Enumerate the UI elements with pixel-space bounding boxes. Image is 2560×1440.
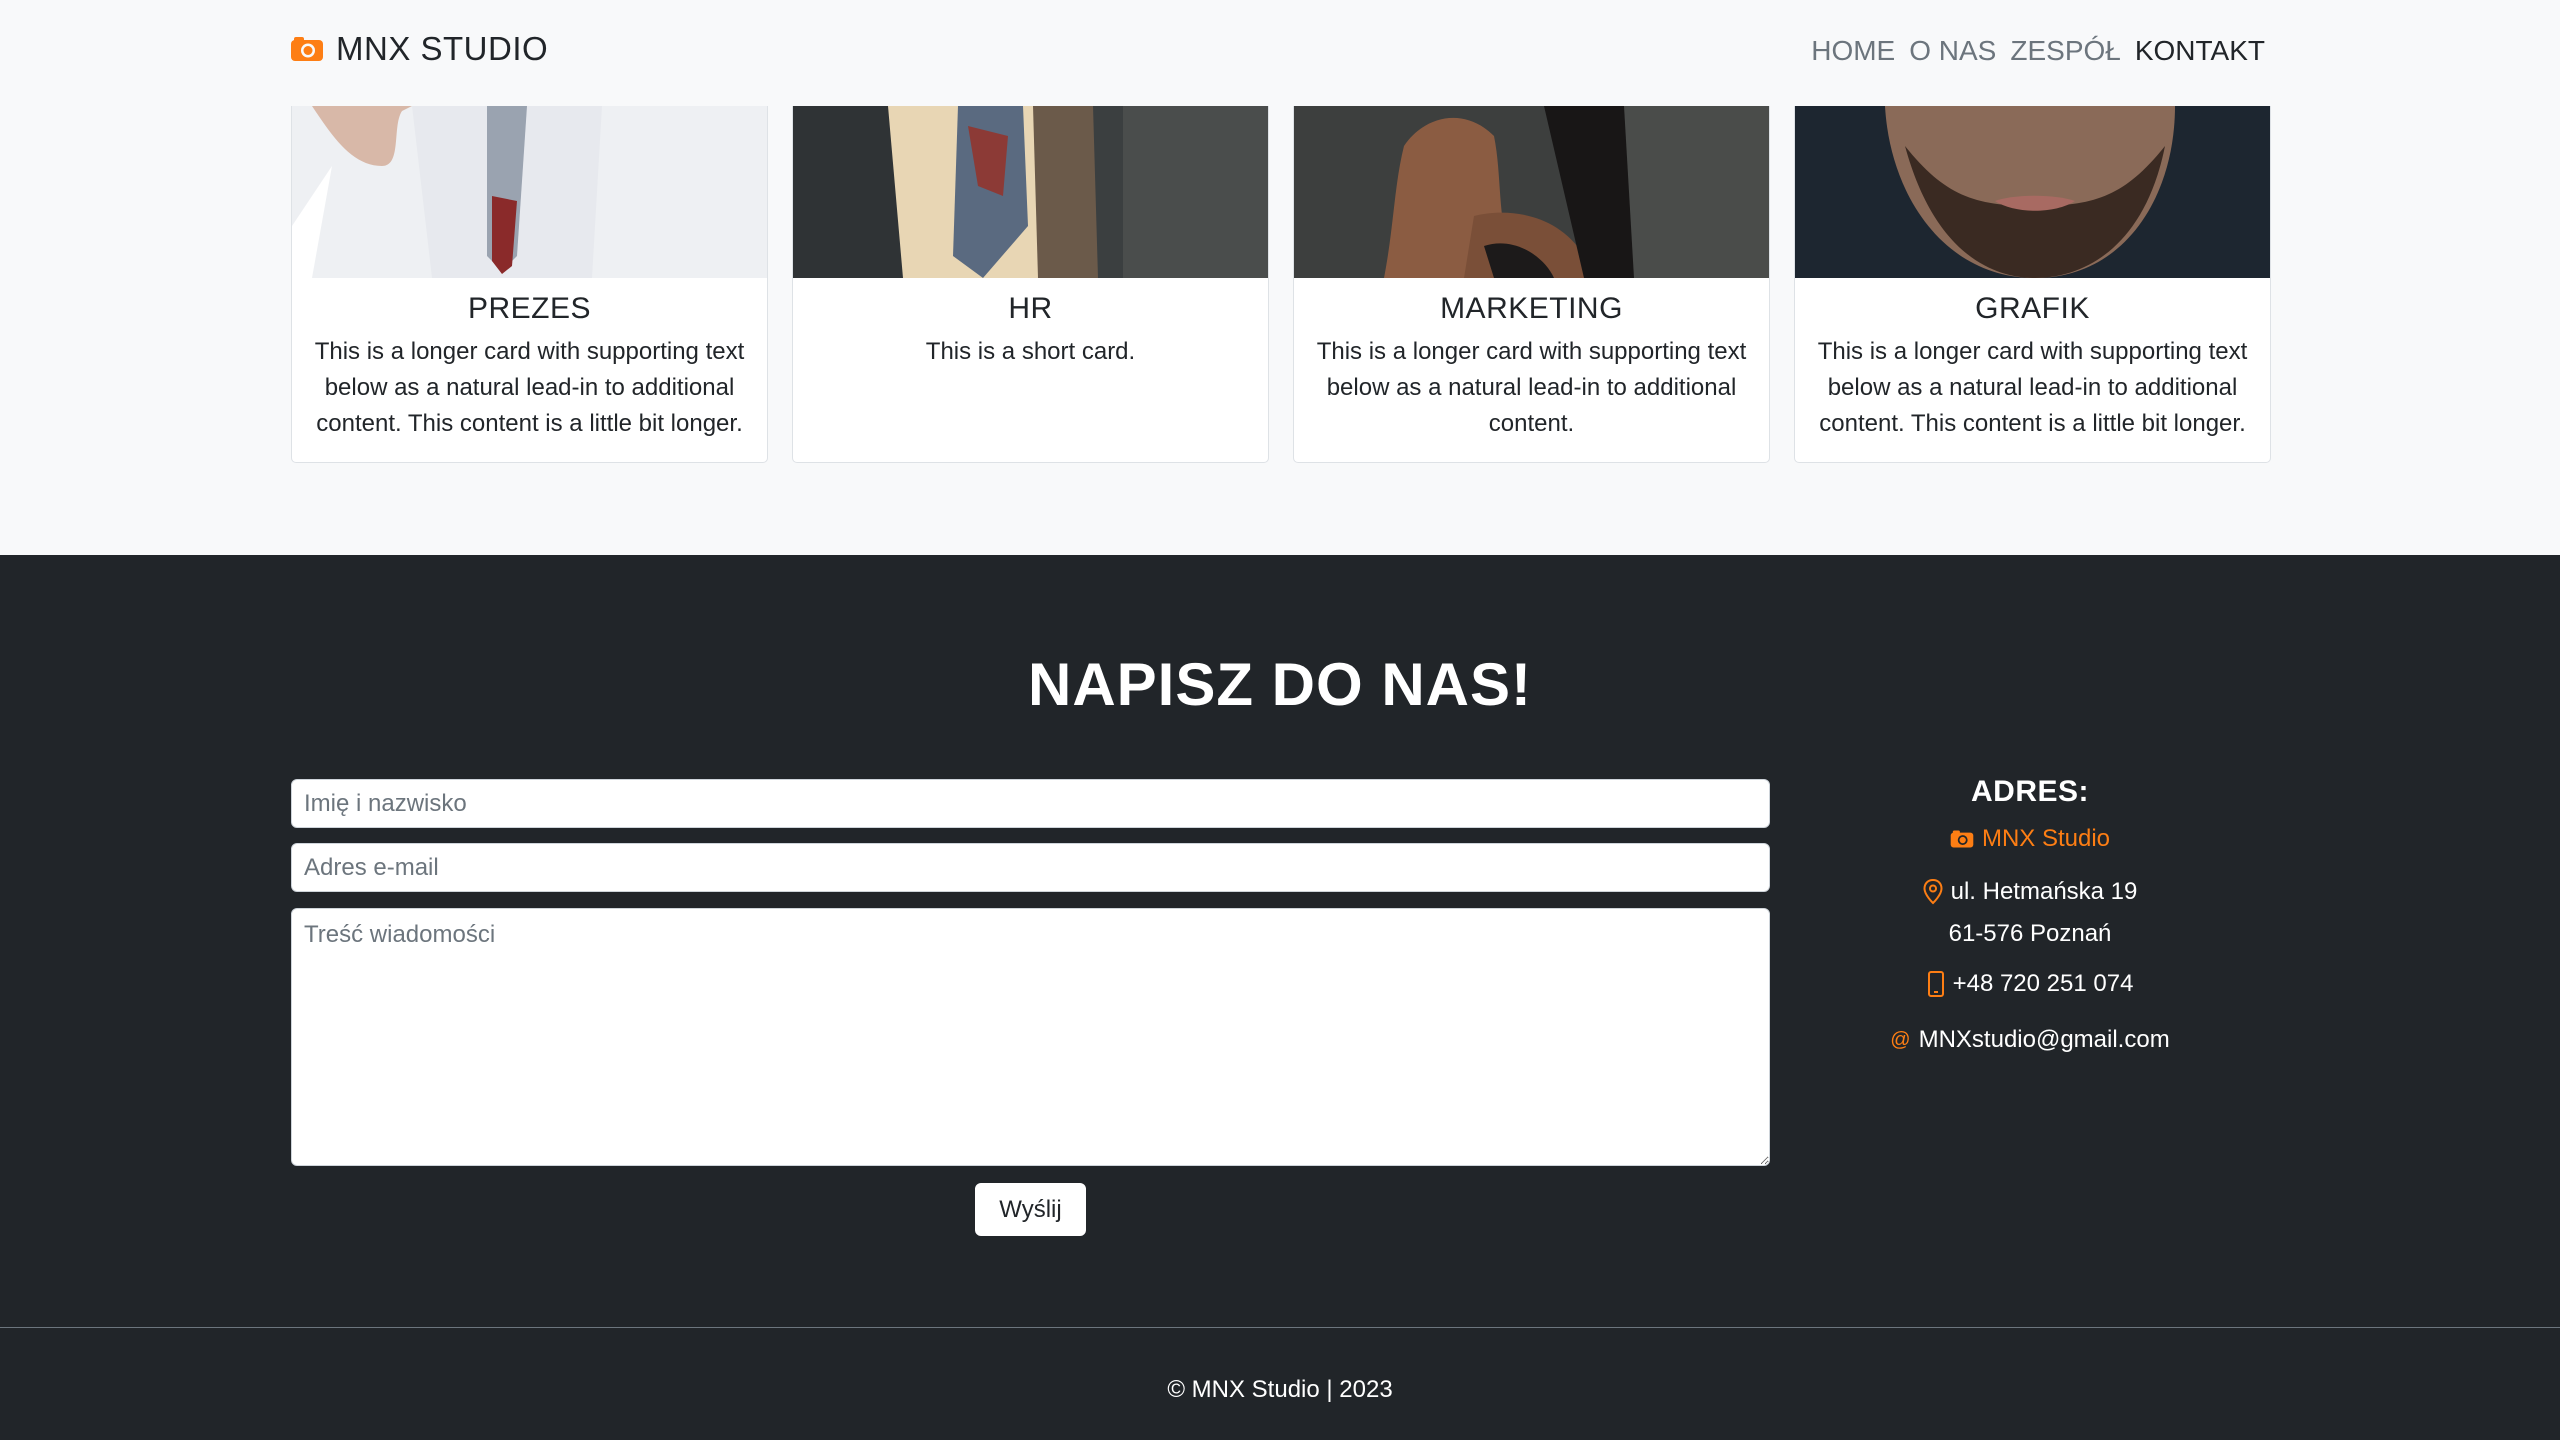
team-card-photo (292, 106, 767, 278)
map-pin-icon (1923, 874, 1943, 916)
address-email-line: @ MNXstudio@gmail.com (1790, 1022, 2270, 1058)
address-location: ul. Hetmańska 19 61-576 Poznań (1790, 874, 2270, 952)
brand[interactable]: MNX STUDIO (290, 30, 548, 68)
team-card-title: HR (1008, 292, 1053, 325)
camera-icon (1950, 821, 1974, 860)
nav-link-zespol[interactable]: ZESPÓŁ (2010, 35, 2120, 67)
address-block: ADRES: MNX Studio ul. Hetmańska 19 61-57… (1790, 775, 2270, 1058)
nav-link-kontakt[interactable]: KONTAKT (2135, 35, 2265, 67)
team-card-title: MARKETING (1440, 292, 1623, 325)
team-card-text: This is a short card. (925, 338, 1136, 365)
message-textarea[interactable] (291, 908, 1770, 1166)
team-cards: PREZES This is a longer card with suppor… (291, 106, 2271, 463)
team-card-body: GRAFIK This is a longer card with suppor… (1795, 278, 2270, 456)
phone-icon (1927, 966, 1945, 1008)
email-input[interactable] (291, 843, 1770, 892)
team-card-body: MARKETING This is a longer card with sup… (1294, 278, 1769, 456)
address-street: ul. Hetmańska 19 (1950, 878, 2138, 905)
navbar: MNX STUDIO HOME O NAS ZESPÓŁ KONTAKT (0, 0, 2560, 106)
address-title: ADRES: (1970, 775, 2089, 808)
team-card-marketing: MARKETING This is a longer card with sup… (1293, 106, 1770, 463)
brand-name: MNX STUDIO (336, 30, 549, 67)
address-street-line: ul. Hetmańska 19 (1790, 874, 2270, 916)
address-city: 61-576 Poznań (1948, 920, 2112, 947)
name-input[interactable] (291, 779, 1770, 828)
contact-section: NAPISZ DO NAS! Wyślij ADRES: MNX Studio (0, 555, 2560, 1327)
address-phone-line: +48 720 251 074 (1790, 966, 2270, 1008)
contact-title: NAPISZ DO NAS! (1027, 651, 1533, 718)
team-card-photo (1294, 106, 1769, 278)
team-card-hr: HR This is a short card. (792, 106, 1269, 463)
team-card-body: PREZES This is a longer card with suppor… (292, 278, 767, 456)
team-card-grafik: GRAFIK This is a longer card with suppor… (1794, 106, 2271, 463)
address-brand: MNX Studio (1790, 821, 2270, 860)
address-city-line: 61-576 Poznań (1790, 916, 2270, 952)
team-card-text: This is a longer card with supporting te… (314, 338, 745, 437)
team-card-photo (1795, 106, 2270, 278)
address-brand-name: MNX Studio (1981, 825, 2111, 852)
nav-link-o-nas[interactable]: O NAS (1909, 35, 1996, 67)
address-email[interactable]: MNXstudio@gmail.com (1919, 1022, 2170, 1058)
address-phone[interactable]: +48 720 251 074 (1953, 966, 2134, 1002)
team-card-photo (793, 106, 1268, 278)
camera-icon (290, 34, 326, 64)
team-card-text: This is a longer card with supporting te… (1817, 338, 2248, 437)
team-card-body: HR This is a short card. (793, 278, 1268, 384)
footer: © MNX Studio | 2023 (0, 1327, 2560, 1440)
nav-link-home[interactable]: HOME (1811, 35, 1895, 67)
at-sign-icon: @ (1890, 1029, 1911, 1051)
footer-copyright: © MNX Studio | 2023 (1167, 1376, 1393, 1403)
team-card-text: This is a longer card with supporting te… (1316, 338, 1747, 437)
send-button[interactable]: Wyślij (975, 1183, 1086, 1236)
team-card-prezes: PREZES This is a longer card with suppor… (291, 106, 768, 463)
team-card-title: GRAFIK (1975, 292, 2090, 325)
nav-menu: HOME O NAS ZESPÓŁ KONTAKT (1811, 35, 2265, 67)
team-card-title: PREZES (467, 292, 592, 325)
